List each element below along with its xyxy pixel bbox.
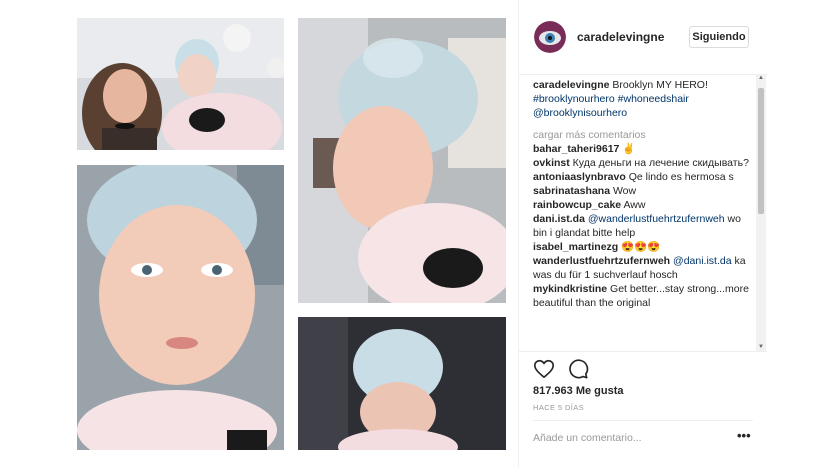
comment-text: Куда деньги на лечение скидывать? — [569, 157, 749, 169]
likes-count[interactable]: 817.963 Me gusta — [533, 385, 624, 397]
divider — [533, 420, 753, 421]
mention-link[interactable]: @brooklynisourhero — [533, 107, 627, 119]
comment-text: Wow — [610, 185, 637, 197]
comment-username[interactable]: wanderlustfuehrtzufernweh — [533, 255, 670, 267]
avatar[interactable] — [534, 21, 566, 53]
comment-username[interactable]: isabel_martinezg — [533, 241, 618, 253]
comment-username[interactable]: rainbowcup_cake — [533, 199, 621, 211]
comment-item: bahar_taheri9617 ✌ — [533, 142, 755, 156]
comments-list[interactable]: caradelevingne Brooklyn MY HERO! #brookl… — [533, 74, 755, 351]
post-photo-top-left — [77, 18, 284, 150]
load-more-comments-link[interactable]: cargar más comentarios — [533, 128, 755, 142]
photo-collage — [0, 0, 518, 467]
comment-text: Qe lindo es hermosa s — [625, 171, 734, 183]
post-caption: caradelevingne Brooklyn MY HERO! #brookl… — [533, 78, 755, 120]
add-comment-input[interactable] — [533, 430, 723, 446]
comment-item: antoniaaslynbravo Qe lindo es hermosa s — [533, 170, 755, 184]
comment-mention[interactable]: @wanderlustfuehrtzufernweh — [588, 213, 725, 225]
comment-username[interactable]: ovkinst — [533, 157, 570, 169]
comment-username[interactable]: antoniaaslynbravo — [533, 171, 626, 183]
username-link[interactable]: caradelevingne — [577, 30, 664, 44]
hashtag-link[interactable]: #whoneedshair — [618, 93, 689, 105]
caption-username[interactable]: caradelevingne — [533, 79, 609, 91]
comment-item: mykindkristine Get better...stay strong.… — [533, 282, 755, 310]
comment-item: rainbowcup_cake Aww — [533, 198, 755, 212]
post-photo-bottom-right — [298, 317, 506, 450]
post-details-panel: caradelevingne Siguiendo caradelevingne … — [518, 0, 830, 467]
comment-item: wanderlustfuehrtzufernweh @dani.ist.da k… — [533, 254, 755, 282]
comment-rows: bahar_taheri9617 ✌ ovkinst Куда деньги на… — [533, 142, 755, 310]
following-button[interactable]: Siguiendo — [689, 26, 749, 48]
comment-text: ✌ — [619, 143, 636, 155]
more-options-button[interactable]: ••• — [737, 428, 751, 443]
caption-text: Brooklyn MY HERO! — [609, 79, 708, 91]
post-photo-top-right — [298, 18, 506, 303]
comment-username[interactable]: dani.ist.da — [533, 213, 585, 225]
hashtag-link[interactable]: #brooklynourhero — [533, 93, 615, 105]
comment-username[interactable]: bahar_taheri9617 — [533, 143, 619, 155]
divider — [519, 351, 767, 352]
comment-username[interactable]: sabrinatashana — [533, 185, 610, 197]
post-header: caradelevingne Siguiendo — [519, 0, 767, 75]
comment-item: sabrinatashana Wow — [533, 184, 755, 198]
comment-item: ovkinst Куда деньги на лечение скидывать… — [533, 156, 755, 170]
post-photo-bottom-left — [77, 165, 284, 450]
scrollbar-thumb[interactable] — [758, 88, 764, 214]
comment-item: isabel_martinezg 😍😍😍 — [533, 240, 755, 254]
scroll-down-arrow-icon[interactable]: ▼ — [756, 343, 766, 351]
comment-text: 😍😍😍 — [618, 241, 661, 253]
post-timestamp: HACE 5 DÍAS — [533, 403, 585, 412]
comment-username[interactable]: mykindkristine — [533, 283, 607, 295]
comment-icon[interactable] — [567, 358, 589, 380]
scroll-up-arrow-icon[interactable]: ▲ — [756, 74, 766, 82]
comment-item: dani.ist.da @wanderlustfuehrtzufernweh w… — [533, 212, 755, 240]
comments-scrollbar[interactable]: ▲ ▼ — [756, 74, 766, 351]
heart-icon[interactable] — [533, 358, 555, 380]
comment-mention[interactable]: @dani.ist.da — [673, 255, 732, 267]
comment-text: Aww — [621, 199, 646, 211]
